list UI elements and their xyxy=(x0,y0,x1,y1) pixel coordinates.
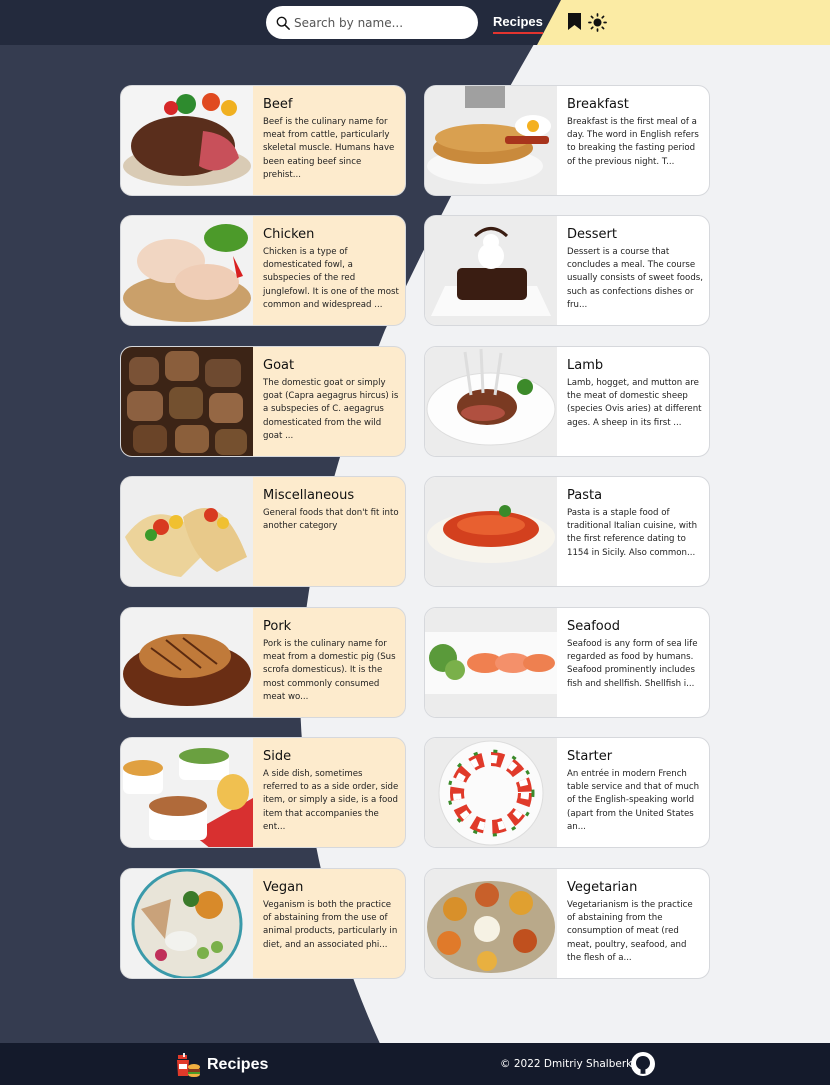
card-title: Dessert xyxy=(567,227,617,242)
beef-image xyxy=(121,86,253,195)
pork-image xyxy=(121,608,253,717)
github-icon[interactable] xyxy=(631,1052,655,1076)
card-description: Pasta is a staple food of traditional It… xyxy=(567,508,698,558)
card-title: Breakfast xyxy=(567,97,629,112)
card-title: Beef xyxy=(263,97,293,112)
footer-title[interactable]: Recipes xyxy=(207,1056,268,1074)
category-card-miscellaneous[interactable]: Miscellaneous General foods that don't f… xyxy=(120,476,406,587)
card-description: An entrée in modern French table service… xyxy=(567,769,700,832)
card-description: Chicken is a type of domesticated fowl, … xyxy=(263,247,399,310)
vegan-image xyxy=(121,869,253,978)
header: Recipes xyxy=(0,0,830,45)
nav-link-recipes[interactable]: Recipes xyxy=(493,14,543,34)
search-box[interactable] xyxy=(266,6,478,39)
category-card-lamb[interactable]: Lamb Lamb, hogget, and mutton are the me… xyxy=(424,346,710,457)
pasta-image xyxy=(425,477,557,586)
vegetarian-image xyxy=(425,869,557,978)
lamb-image xyxy=(425,347,557,456)
category-card-beef[interactable]: Beef Beef is the culinary name for meat … xyxy=(120,85,406,196)
card-title: Side xyxy=(263,749,292,764)
dessert-image xyxy=(425,216,557,325)
card-description: General foods that don't fit into anothe… xyxy=(263,508,399,532)
category-card-breakfast[interactable]: Breakfast Breakfast is the first meal of… xyxy=(424,85,710,196)
card-description: Vegetarianism is the practice of abstain… xyxy=(567,900,693,963)
card-description: The domestic goat or simply goat (Capra … xyxy=(263,378,399,441)
card-title: Pasta xyxy=(567,488,603,503)
category-card-pork[interactable]: Pork Pork is the culinary name for meat … xyxy=(120,607,406,718)
recipes-logo-icon[interactable] xyxy=(175,1052,201,1078)
category-card-chicken[interactable]: Chicken Chicken is a type of domesticate… xyxy=(120,215,406,326)
category-card-vegetarian[interactable]: Vegetarian Vegetarianism is the practice… xyxy=(424,868,710,979)
starter-image xyxy=(425,738,557,847)
card-description: Lamb, hogget, and mutton are the meat of… xyxy=(567,378,702,428)
card-title: Vegetarian xyxy=(567,880,638,895)
search-icon xyxy=(276,16,290,30)
card-description: Breakfast is the first meal of a day. Th… xyxy=(567,117,699,167)
card-description: Veganism is both the practice of abstain… xyxy=(263,900,398,950)
bookmark-icon[interactable] xyxy=(568,13,581,30)
card-title: Chicken xyxy=(263,227,315,242)
category-card-vegan[interactable]: Vegan Veganism is both the practice of a… xyxy=(120,868,406,979)
card-title: Miscellaneous xyxy=(263,488,355,503)
card-description: Beef is the culinary name for meat from … xyxy=(263,117,395,180)
footer: Recipes © 2022 Dmitriy Shalberkin xyxy=(0,1043,830,1085)
card-description: A side dish, sometimes referred to as a … xyxy=(263,769,399,832)
card-title: Starter xyxy=(567,749,613,764)
card-title: Vegan xyxy=(263,880,304,895)
miscellaneous-image xyxy=(121,477,253,586)
search-input[interactable] xyxy=(294,15,464,30)
card-title: Pork xyxy=(263,619,292,634)
category-card-seafood[interactable]: Seafood Seafood is any form of sea life … xyxy=(424,607,710,718)
chicken-image xyxy=(121,216,253,325)
side-image xyxy=(121,738,253,847)
category-card-pasta[interactable]: Pasta Pasta is a staple food of traditio… xyxy=(424,476,710,587)
category-card-starter[interactable]: Starter An entrée in modern French table… xyxy=(424,737,710,848)
breakfast-image xyxy=(425,86,557,195)
card-title: Goat xyxy=(263,358,295,373)
footer-copyright: © 2022 Dmitriy Shalberkin xyxy=(500,1058,642,1070)
seafood-image xyxy=(425,608,557,717)
category-card-goat[interactable]: Goat The domestic goat or simply goat (C… xyxy=(120,346,406,457)
goat-image xyxy=(121,347,253,456)
card-title: Seafood xyxy=(567,619,620,634)
card-title: Lamb xyxy=(567,358,604,373)
card-description: Dessert is a course that concludes a mea… xyxy=(567,247,703,310)
category-card-side[interactable]: Side A side dish, sometimes referred to … xyxy=(120,737,406,848)
card-description: Seafood is any form of sea life regarded… xyxy=(567,639,698,689)
sun-icon[interactable] xyxy=(588,13,607,32)
card-description: Pork is the culinary name for meat from … xyxy=(263,639,396,702)
category-card-dessert[interactable]: Dessert Dessert is a course that conclud… xyxy=(424,215,710,326)
